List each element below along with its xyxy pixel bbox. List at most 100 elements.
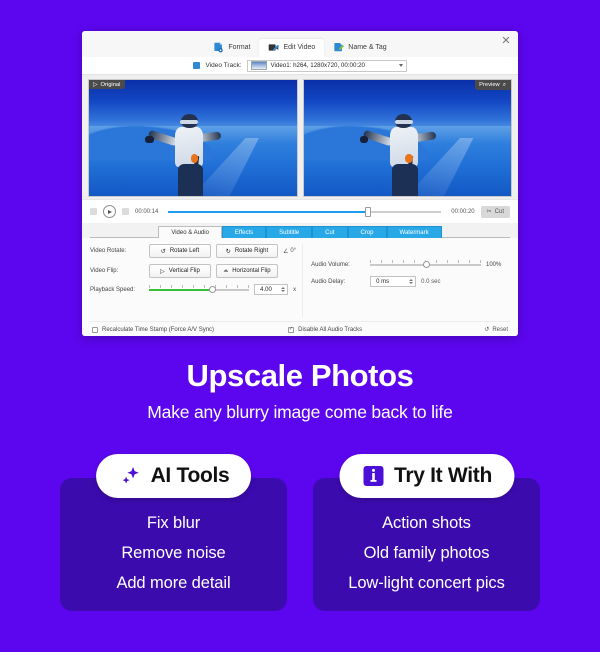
timeline-scrubber[interactable] (168, 206, 442, 217)
playback-speed-unit: x (293, 286, 297, 293)
tab-edit-video-label: Edit Video (283, 44, 316, 51)
play-icon (108, 209, 112, 214)
scissors-icon: ✂ (486, 209, 492, 215)
playback-speed-fill (149, 288, 212, 291)
top-tab-bar: Format Edit Video Name & Tag (82, 35, 518, 57)
audio-volume-knob[interactable] (423, 261, 431, 268)
ai-tools-item: Add more detail (116, 574, 231, 592)
ai-tools-item: Remove noise (121, 544, 226, 562)
rotate-right-button[interactable]: ↻ Rotate Right (216, 244, 278, 258)
timeline-left-square-icon (90, 208, 97, 215)
track-color-chip (193, 62, 201, 69)
horizontal-flip-label: Horizontal Flip (232, 268, 271, 274)
preview-video-frame (303, 80, 511, 196)
reset-button[interactable]: ↺ Reset (484, 326, 508, 334)
rotate-right-label: Rotate Right (234, 248, 269, 254)
video-track-label: Video Track: (205, 62, 242, 69)
audio-delay-stepper[interactable] (409, 279, 414, 284)
magnifier-icon: ⌕ (502, 81, 506, 88)
page-title: Upscale Photos (186, 358, 414, 393)
tab-edit-video[interactable]: Edit Video (259, 39, 325, 57)
playback-speed-rail (149, 285, 250, 293)
audio-delay-input[interactable]: 0 ms (370, 276, 417, 287)
original-video-pane[interactable]: ▷ Original (88, 79, 298, 197)
checkbox-box (92, 326, 98, 333)
playback-speed-stepper[interactable] (281, 287, 286, 292)
window-titlebar: Format Edit Video Name & Tag ✕ (82, 31, 518, 57)
audio-volume-label: Audio Volume: (311, 262, 350, 268)
subtab-watermark[interactable]: Watermark (386, 226, 442, 238)
video-track-row: Video Track: Video1: h264, 1280x720, 00:… (82, 57, 518, 75)
rotate-right-icon: ↻ (225, 248, 231, 255)
track-thumbnail (250, 61, 267, 70)
playback-speed-slider[interactable] (149, 284, 250, 295)
playback-speed-input[interactable]: 4.00 (254, 284, 289, 295)
angle-value: 0° (290, 248, 297, 254)
editor-sub-tab-bar: Video & Audio Effects Subtitle Cut Crop … (82, 223, 518, 238)
timeline-total-time: 00:00:20 (451, 208, 475, 215)
settings-panel: Video Rotate: ↺ Rotate Left ↻ Rotate Rig… (82, 238, 518, 336)
audio-volume-field: Audio Volume: 100% (311, 260, 510, 270)
tab-format[interactable]: Format (204, 39, 259, 57)
playback-speed-value: 4.00 (260, 286, 272, 293)
reset-label: Reset (492, 326, 508, 333)
original-video-frame (89, 80, 297, 196)
video-flip-label: Video Flip: (90, 268, 119, 274)
settings-bottom-row: Recalculate Time Stamp (Force A/V Sync) … (90, 321, 510, 333)
playback-speed-field: Playback Speed: 4.00 x (90, 284, 296, 295)
subtab-subtitle[interactable]: Subtitle (266, 226, 313, 238)
try-it-with-pill: Try It With (338, 454, 515, 498)
timeline-bar: 00:00:14 00:00:20 ✂ Cut (82, 199, 518, 223)
subtab-crop[interactable]: Crop (347, 226, 387, 238)
settings-columns: Video Rotate: ↺ Rotate Left ↻ Rotate Rig… (90, 244, 510, 317)
subtab-cut[interactable]: Cut (312, 226, 348, 238)
checkbox-box-checked (288, 326, 295, 333)
ai-tools-card: AI Tools Fix blur Remove noise Add more … (60, 454, 287, 611)
cut-button-label: Cut (494, 208, 504, 215)
cut-button[interactable]: ✂ Cut (480, 205, 510, 218)
try-it-with-title: Try It With (393, 464, 493, 487)
rotate-left-button[interactable]: ↺ Rotate Left (149, 244, 211, 258)
try-it-with-card: Try It With Action shots Old family phot… (313, 454, 540, 611)
preview-video-pane[interactable]: Preview ⌕ (302, 79, 512, 197)
video-track-select[interactable]: Video1: h264, 1280x720, 00:00:20 (246, 59, 407, 72)
vertical-flip-button[interactable]: ▷ Vertical Flip (149, 264, 211, 278)
play-button[interactable] (103, 205, 116, 218)
tab-format-label: Format (228, 44, 251, 51)
page-subtitle: Make any blurry image come back to life (147, 402, 453, 422)
rotate-left-label: Rotate Left (169, 248, 200, 254)
timeline-handle[interactable] (364, 206, 371, 217)
feature-cards: AI Tools Fix blur Remove noise Add more … (60, 454, 540, 611)
stop-button[interactable] (122, 208, 129, 215)
close-icon[interactable]: ✕ (499, 34, 513, 48)
audio-delay-label: Audio Delay: (311, 278, 346, 285)
play-triangle-icon: ▷ (93, 81, 98, 88)
video-rotate-field: Video Rotate: ↺ Rotate Left ↻ Rotate Rig… (90, 244, 296, 258)
video-flip-field: Video Flip: ▷ Vertical Flip ⩕ Horizontal… (90, 264, 296, 278)
recalculate-timestamp-checkbox[interactable]: Recalculate Time Stamp (Force A/V Sync) (92, 326, 284, 333)
vertical-flip-icon: ▷ (160, 268, 165, 275)
original-label-text: Original (100, 81, 121, 88)
info-icon (361, 464, 385, 488)
playback-speed-knob[interactable] (209, 285, 217, 293)
preview-area: ▷ Original Preview ⌕ (82, 75, 518, 199)
vertical-flip-label: Vertical Flip (168, 268, 200, 274)
rotate-left-icon: ↺ (160, 248, 166, 255)
rotate-angle-display: ∠ 0° (283, 248, 296, 255)
disable-audio-tracks-checkbox[interactable]: Disable All Audio Tracks (288, 326, 480, 333)
name-tag-icon (333, 42, 345, 53)
video-track-selected-value: Video1: h264, 1280x720, 00:00:20 (270, 62, 366, 69)
subtab-effects[interactable]: Effects (221, 226, 267, 238)
audio-volume-slider[interactable] (370, 260, 481, 270)
ai-tools-title: AI Tools (150, 464, 230, 487)
audio-volume-value: 100% (486, 262, 502, 268)
angle-icon: ∠ (283, 248, 289, 255)
video-rotate-label: Video Rotate: (90, 248, 127, 254)
tab-name-and-tag[interactable]: Name & Tag (324, 39, 395, 57)
subtab-video-audio[interactable]: Video & Audio (158, 226, 222, 238)
horizontal-flip-icon: ⩕ (223, 267, 229, 274)
preview-label-text: Preview (479, 82, 500, 88)
horizontal-flip-button[interactable]: ⩕ Horizontal Flip (216, 264, 278, 278)
preview-pane-label: Preview ⌕ (475, 80, 511, 90)
timeline-current-time: 00:00:14 (135, 208, 159, 215)
